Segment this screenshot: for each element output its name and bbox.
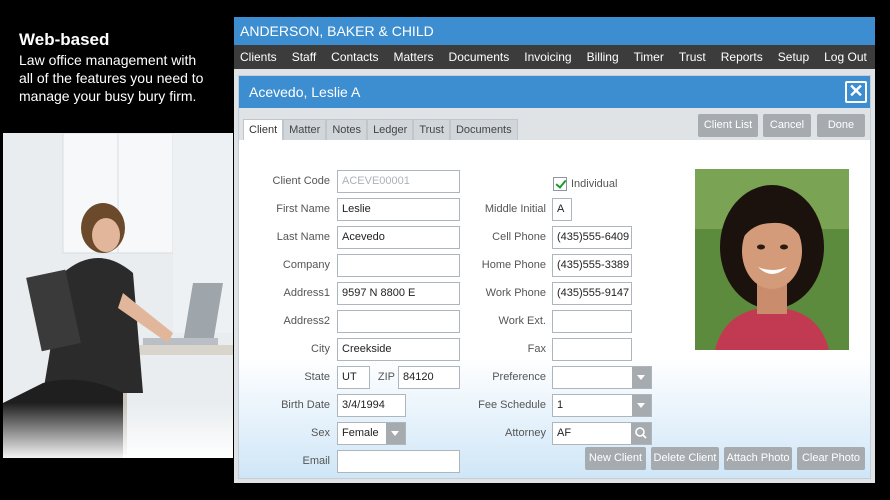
middle-initial-field[interactable]: A: [552, 198, 572, 221]
clear-photo-button[interactable]: Clear Photo: [797, 447, 865, 470]
zip-field[interactable]: 84120: [398, 366, 460, 389]
state-label: State: [304, 371, 330, 383]
close-icon: ✕: [848, 81, 864, 101]
birth-date-field[interactable]: 3/4/1994: [337, 394, 406, 417]
menu-documents[interactable]: Documents: [443, 45, 519, 69]
address2-label: Address2: [283, 315, 330, 327]
menu-staff[interactable]: Staff: [286, 45, 325, 69]
cell-phone-label: Cell Phone: [492, 231, 546, 243]
home-phone-field[interactable]: (435)555-3389: [552, 254, 632, 277]
new-client-button[interactable]: New Client: [585, 447, 646, 470]
attorney-field[interactable]: AF: [552, 422, 652, 445]
preference-label: Preference: [492, 371, 546, 383]
work-ext-label: Work Ext.: [498, 315, 546, 327]
work-ext-field[interactable]: [552, 310, 632, 333]
first-name-label: First Name: [276, 203, 330, 215]
tab-notes[interactable]: Notes: [326, 119, 368, 140]
screen: Web-based Law office management with all…: [0, 0, 890, 500]
close-button[interactable]: ✕: [845, 81, 867, 103]
city-field[interactable]: Creekside: [337, 338, 460, 361]
attorney-value: AF: [557, 427, 572, 439]
done-button[interactable]: Done: [817, 114, 865, 137]
tab-trust[interactable]: Trust: [413, 119, 450, 140]
client-list-button[interactable]: Client List: [698, 114, 758, 137]
home-phone-label: Home Phone: [481, 259, 546, 271]
tab-client[interactable]: Client: [243, 119, 284, 140]
delete-client-button[interactable]: Delete Client: [651, 447, 719, 470]
tab-documents[interactable]: Documents: [449, 119, 518, 140]
cell-phone-field[interactable]: (435)555-6409: [552, 226, 632, 249]
sex-value: Female: [342, 427, 379, 439]
email-field[interactable]: [337, 450, 460, 473]
client-dialog: Acevedo, Leslie A ✕ Client Matter Notes …: [238, 75, 871, 479]
company-label: Company: [282, 259, 330, 271]
individual-label: Individual: [571, 178, 618, 190]
fee-schedule-label: Fee Schedule: [478, 399, 546, 411]
menu-trust[interactable]: Trust: [673, 45, 715, 69]
menu-log-out[interactable]: Log Out: [818, 45, 876, 69]
tab-strip: Client Matter Notes Ledger Trust Documen…: [239, 108, 870, 140]
work-phone-field[interactable]: (435)555-9147: [552, 282, 632, 305]
menu-timer[interactable]: Timer: [628, 45, 673, 69]
search-icon[interactable]: [631, 423, 651, 444]
menu-bar: Clients Staff Contacts Matters Documents…: [234, 45, 875, 69]
middle-initial-label: Middle Initial: [484, 203, 546, 215]
client-code-field[interactable]: ACEVE00001: [337, 170, 460, 193]
work-phone-label: Work Phone: [485, 287, 546, 299]
dialog-title: Acevedo, Leslie A: [239, 76, 870, 108]
promo-line-1: Law office management with: [19, 52, 197, 68]
menu-billing[interactable]: Billing: [581, 45, 628, 69]
individual-checkbox[interactable]: [553, 177, 567, 191]
attorney-label: Attorney: [505, 427, 546, 439]
promo-line-2: all of the features you need to: [19, 70, 204, 86]
chevron-down-icon[interactable]: [632, 395, 651, 416]
chevron-down-icon[interactable]: [386, 423, 405, 444]
last-name-field[interactable]: Acevedo: [337, 226, 460, 249]
birth-date-label: Birth Date: [281, 399, 330, 411]
tab-ledger[interactable]: Ledger: [367, 119, 414, 140]
attach-photo-button[interactable]: Attach Photo: [724, 447, 792, 470]
sex-label: Sex: [311, 427, 330, 439]
address1-label: Address1: [283, 287, 330, 299]
fax-field[interactable]: [552, 338, 632, 361]
address1-field[interactable]: 9597 N 8800 E: [337, 282, 460, 305]
zip-label: ZIP: [377, 371, 395, 383]
fax-label: Fax: [527, 343, 546, 355]
menu-matters[interactable]: Matters: [388, 45, 443, 69]
app-title: ANDERSON, BAKER & CHILD: [234, 17, 875, 45]
app-window: ANDERSON, BAKER & CHILD Clients Staff Co…: [234, 17, 875, 483]
menu-invoicing[interactable]: Invoicing: [518, 45, 580, 69]
address2-field[interactable]: [337, 310, 460, 333]
menu-contacts[interactable]: Contacts: [325, 45, 387, 69]
fee-schedule-value: 1: [557, 399, 564, 411]
company-field[interactable]: [337, 254, 460, 277]
menu-setup[interactable]: Setup: [772, 45, 818, 69]
promo-title: Web-based: [19, 30, 110, 49]
sex-select[interactable]: Female: [337, 422, 406, 445]
client-photo: [695, 169, 849, 350]
last-name-label: Last Name: [276, 231, 330, 243]
menu-clients[interactable]: Clients: [234, 45, 286, 69]
city-label: City: [311, 343, 330, 355]
fee-schedule-select[interactable]: 1: [552, 394, 652, 417]
cancel-button[interactable]: Cancel: [763, 114, 811, 137]
tab-matter[interactable]: Matter: [283, 119, 327, 140]
chevron-down-icon[interactable]: [632, 367, 651, 388]
email-label: Email: [302, 455, 330, 467]
menu-reports[interactable]: Reports: [715, 45, 772, 69]
first-name-field[interactable]: Leslie: [337, 198, 460, 221]
promo-line-3: manage your busy bury firm.: [19, 88, 197, 104]
office-photo: [3, 133, 233, 458]
state-field[interactable]: UT: [337, 366, 370, 389]
client-code-label: Client Code: [272, 175, 330, 187]
preference-select[interactable]: [552, 366, 652, 389]
